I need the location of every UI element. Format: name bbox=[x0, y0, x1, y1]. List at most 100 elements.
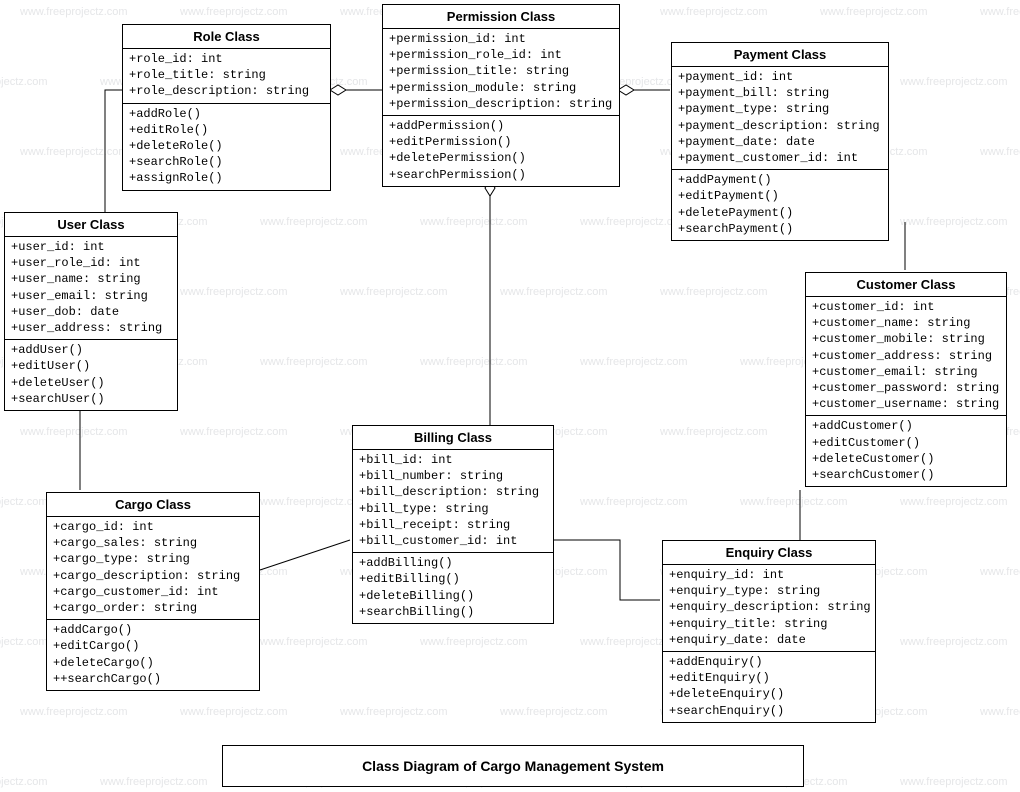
class-role: Role Class +role_id: int+role_title: str… bbox=[122, 24, 331, 191]
class-member: +editUser() bbox=[11, 358, 171, 374]
class-title: Customer Class bbox=[806, 273, 1006, 297]
class-member: +permission_id: int bbox=[389, 31, 613, 47]
class-member: +searchCustomer() bbox=[812, 467, 1000, 483]
class-member: +enquiry_id: int bbox=[669, 567, 869, 583]
class-member: +permission_title: string bbox=[389, 63, 613, 79]
class-member: +bill_number: string bbox=[359, 468, 547, 484]
class-member: +customer_id: int bbox=[812, 299, 1000, 315]
diagram-title: Class Diagram of Cargo Management System bbox=[222, 745, 804, 787]
class-member: +bill_type: string bbox=[359, 501, 547, 517]
class-member: +payment_type: string bbox=[678, 101, 882, 117]
class-member: +user_id: int bbox=[11, 239, 171, 255]
class-member: +editRole() bbox=[129, 122, 324, 138]
class-member: +customer_name: string bbox=[812, 315, 1000, 331]
class-member: +user_address: string bbox=[11, 320, 171, 336]
attributes: +role_id: int+role_title: string+role_de… bbox=[123, 49, 330, 104]
class-title: Role Class bbox=[123, 25, 330, 49]
class-member: +user_role_id: int bbox=[11, 255, 171, 271]
class-member: +customer_mobile: string bbox=[812, 331, 1000, 347]
attributes: +permission_id: int+permission_role_id: … bbox=[383, 29, 619, 116]
class-member: +addBilling() bbox=[359, 555, 547, 571]
diagram-canvas: Role Class +role_id: int+role_title: str… bbox=[0, 0, 1020, 792]
class-member: +cargo_type: string bbox=[53, 551, 253, 567]
class-member: +customer_password: string bbox=[812, 380, 1000, 396]
class-title: Permission Class bbox=[383, 5, 619, 29]
class-member: +addPermission() bbox=[389, 118, 613, 134]
class-member: +bill_receipt: string bbox=[359, 517, 547, 533]
class-member: +payment_date: date bbox=[678, 134, 882, 150]
class-member: +bill_description: string bbox=[359, 484, 547, 500]
class-member: +customer_username: string bbox=[812, 396, 1000, 412]
class-enquiry: Enquiry Class +enquiry_id: int+enquiry_t… bbox=[662, 540, 876, 723]
class-member: +cargo_sales: string bbox=[53, 535, 253, 551]
class-member: +cargo_id: int bbox=[53, 519, 253, 535]
class-title: Enquiry Class bbox=[663, 541, 875, 565]
class-member: +payment_description: string bbox=[678, 118, 882, 134]
class-title: User Class bbox=[5, 213, 177, 237]
class-member: +deleteEnquiry() bbox=[669, 686, 869, 702]
class-member: +searchEnquiry() bbox=[669, 703, 869, 719]
class-member: +permission_description: string bbox=[389, 96, 613, 112]
class-member: +searchPermission() bbox=[389, 167, 613, 183]
class-member: +addCustomer() bbox=[812, 418, 1000, 434]
diagram-title-text: Class Diagram of Cargo Management System bbox=[362, 758, 664, 774]
class-member: +addEnquiry() bbox=[669, 654, 869, 670]
methods: +addPermission()+editPermission()+delete… bbox=[383, 116, 619, 186]
class-member: +searchRole() bbox=[129, 154, 324, 170]
class-title: Payment Class bbox=[672, 43, 888, 67]
methods: +addCustomer()+editCustomer()+deleteCust… bbox=[806, 416, 1006, 486]
class-member: +cargo_customer_id: int bbox=[53, 584, 253, 600]
class-member: +deleteCargo() bbox=[53, 655, 253, 671]
class-member: +user_email: string bbox=[11, 288, 171, 304]
attributes: +cargo_id: int+cargo_sales: string+cargo… bbox=[47, 517, 259, 620]
methods: +addRole()+editRole()+deleteRole()+searc… bbox=[123, 104, 330, 190]
class-member: +searchBilling() bbox=[359, 604, 547, 620]
class-customer: Customer Class +customer_id: int+custome… bbox=[805, 272, 1007, 487]
class-member: +deleteUser() bbox=[11, 375, 171, 391]
class-member: +user_dob: date bbox=[11, 304, 171, 320]
class-member: +searchUser() bbox=[11, 391, 171, 407]
class-member: +addCargo() bbox=[53, 622, 253, 638]
class-member: +payment_customer_id: int bbox=[678, 150, 882, 166]
methods: +addBilling()+editBilling()+deleteBillin… bbox=[353, 553, 553, 623]
class-member: +permission_module: string bbox=[389, 80, 613, 96]
methods: +addPayment()+editPayment()+deletePaymen… bbox=[672, 170, 888, 240]
methods: +addEnquiry()+editEnquiry()+deleteEnquir… bbox=[663, 652, 875, 722]
class-member: +deleteCustomer() bbox=[812, 451, 1000, 467]
class-member: ++searchCargo() bbox=[53, 671, 253, 687]
class-user: User Class +user_id: int+user_role_id: i… bbox=[4, 212, 178, 411]
class-member: +addRole() bbox=[129, 106, 324, 122]
class-member: +editBilling() bbox=[359, 571, 547, 587]
class-member: +enquiry_title: string bbox=[669, 616, 869, 632]
class-cargo: Cargo Class +cargo_id: int+cargo_sales: … bbox=[46, 492, 260, 691]
class-member: +role_description: string bbox=[129, 83, 324, 99]
class-member: +addUser() bbox=[11, 342, 171, 358]
class-member: +enquiry_date: date bbox=[669, 632, 869, 648]
class-member: +payment_bill: string bbox=[678, 85, 882, 101]
class-member: +enquiry_type: string bbox=[669, 583, 869, 599]
class-member: +deletePermission() bbox=[389, 150, 613, 166]
class-member: +permission_role_id: int bbox=[389, 47, 613, 63]
class-member: +editPayment() bbox=[678, 188, 882, 204]
class-member: +deleteBilling() bbox=[359, 588, 547, 604]
class-member: +role_title: string bbox=[129, 67, 324, 83]
class-member: +editCustomer() bbox=[812, 435, 1000, 451]
attributes: +enquiry_id: int+enquiry_type: string +en… bbox=[663, 565, 875, 652]
class-title: Billing Class bbox=[353, 426, 553, 450]
class-member: +customer_address: string bbox=[812, 348, 1000, 364]
methods: +addUser()+editUser()+deleteUser()+searc… bbox=[5, 340, 177, 410]
class-member: +bill_id: int bbox=[359, 452, 547, 468]
class-member: +assignRole() bbox=[129, 170, 324, 186]
attributes: +user_id: int+user_role_id: int+user_nam… bbox=[5, 237, 177, 340]
attributes: +bill_id: int+bill_number: string+bill_d… bbox=[353, 450, 553, 553]
class-payment: Payment Class +payment_id: int+payment_b… bbox=[671, 42, 889, 241]
class-member: +payment_id: int bbox=[678, 69, 882, 85]
class-member: +bill_customer_id: int bbox=[359, 533, 547, 549]
class-permission: Permission Class +permission_id: int+per… bbox=[382, 4, 620, 187]
class-member: +cargo_order: string bbox=[53, 600, 253, 616]
class-member: +deleteRole() bbox=[129, 138, 324, 154]
class-billing: Billing Class +bill_id: int+bill_number:… bbox=[352, 425, 554, 624]
class-member: +deletePayment() bbox=[678, 205, 882, 221]
class-member: +searchPayment() bbox=[678, 221, 882, 237]
methods: +addCargo()+editCargo()+deleteCargo()++s… bbox=[47, 620, 259, 690]
